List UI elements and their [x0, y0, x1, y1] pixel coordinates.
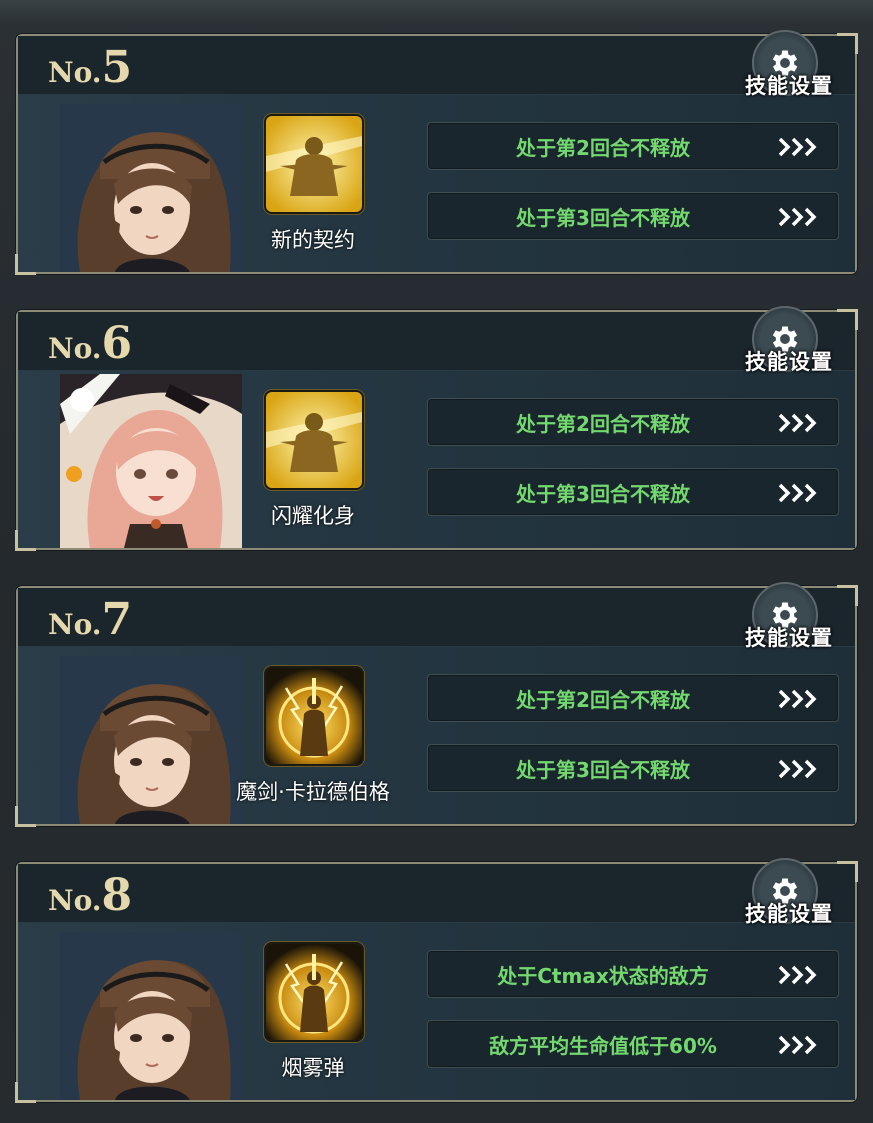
condition-button[interactable]: 处于第3回合不释放 — [427, 744, 839, 792]
skill-name: 闪耀化身 — [271, 504, 355, 528]
skill-settings-button[interactable]: 技能设置 — [745, 70, 833, 100]
triple-chevron-icon — [776, 687, 824, 711]
card-header — [18, 36, 855, 95]
triple-chevron-icon — [776, 481, 824, 505]
skill-settings-button[interactable]: 技能设置 — [745, 346, 833, 376]
card-header — [18, 588, 855, 647]
triple-chevron-icon — [776, 963, 824, 987]
condition-button[interactable]: 处于第3回合不释放 — [427, 468, 839, 516]
skill-settings-button[interactable]: 技能设置 — [745, 898, 833, 928]
condition-button[interactable]: 处于第3回合不释放 — [427, 192, 839, 240]
golden-figure-icon[interactable] — [264, 114, 364, 214]
skill-slot-card: No. 8 技能设置 烟雾弹 处于Ctmax状态的敌方 敌方平均生命值低于60% — [15, 858, 858, 1103]
slot-number: No. 7 — [48, 594, 132, 645]
skill-slot-card: No. 5 技能设置 新的契约 处于第2回合不释放 处于第3回合不释放 — [15, 30, 858, 275]
lightning-warrior-icon[interactable] — [264, 942, 364, 1042]
condition-text: 处于第2回合不释放 — [516, 687, 690, 712]
condition-text: 处于第2回合不释放 — [516, 411, 690, 436]
slot-number: No. 8 — [48, 870, 132, 921]
condition-button[interactable]: 敌方平均生命值低于60% — [427, 1020, 839, 1068]
triple-chevron-icon — [776, 205, 824, 229]
slot-number-value: 6 — [101, 318, 133, 369]
condition-text: 处于第2回合不释放 — [516, 135, 690, 160]
slot-number: No. 6 — [48, 318, 132, 369]
condition-text: 处于第3回合不释放 — [516, 205, 690, 230]
skill-slot-card: No. 6 技能设置 闪耀化身 处于第2回合不释放 处于第3回合不释放 — [15, 306, 858, 551]
skill-name: 新的契约 — [271, 228, 355, 252]
condition-button[interactable]: 处于第2回合不释放 — [427, 122, 839, 170]
condition-button[interactable]: 处于第2回合不释放 — [427, 674, 839, 722]
skill-name: 魔剑·卡拉德伯格 — [236, 780, 390, 804]
card-header — [18, 312, 855, 371]
condition-text: 处于第3回合不释放 — [516, 481, 690, 506]
condition-text: 敌方平均生命值低于60% — [489, 1033, 717, 1058]
skill-settings-button[interactable]: 技能设置 — [745, 622, 833, 652]
triple-chevron-icon — [776, 757, 824, 781]
slot-number-value: 7 — [101, 594, 133, 645]
lightning-warrior-icon[interactable] — [264, 666, 364, 766]
condition-button[interactable]: 处于第2回合不释放 — [427, 398, 839, 446]
triple-chevron-icon — [776, 411, 824, 435]
condition-text: 处于Ctmax状态的敌方 — [497, 963, 709, 988]
condition-button[interactable]: 处于Ctmax状态的敌方 — [427, 950, 839, 998]
top-strip — [0, 0, 873, 22]
slot-number: No. 5 — [48, 42, 132, 93]
slot-number-prefix: No. — [48, 56, 102, 89]
slot-number-prefix: No. — [48, 332, 102, 365]
card-header — [18, 864, 855, 923]
triple-chevron-icon — [776, 1033, 824, 1057]
slot-number-prefix: No. — [48, 608, 102, 641]
skill-name: 烟雾弹 — [281, 1056, 345, 1080]
triple-chevron-icon — [776, 135, 824, 159]
skill-slot-card: No. 7 技能设置 魔剑·卡拉德伯格 处于第2回合不释放 处于第3回合不释放 — [15, 582, 858, 827]
golden-figure-icon[interactable] — [264, 390, 364, 490]
slot-number-value: 8 — [101, 870, 133, 921]
slot-number-value: 5 — [101, 42, 133, 93]
condition-text: 处于第3回合不释放 — [516, 757, 690, 782]
slot-number-prefix: No. — [48, 884, 102, 917]
